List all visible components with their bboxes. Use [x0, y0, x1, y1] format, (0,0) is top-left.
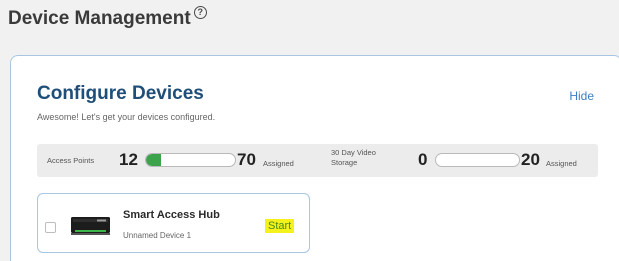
video-storage-assigned-label: Assigned: [546, 159, 577, 168]
device-management-page: Device Management? Configure Devices Hid…: [0, 0, 619, 261]
access-points-progress: [145, 153, 236, 167]
video-storage-label: 30 Day Video Storage: [331, 148, 376, 168]
video-storage-progress: [435, 153, 520, 167]
access-points-total: 70: [237, 150, 256, 169]
video-storage-count: 0: [418, 150, 428, 169]
question-circle-icon[interactable]: ?: [193, 6, 207, 19]
device-checkbox[interactable]: [45, 222, 56, 233]
access-points-progress-fill: [146, 154, 162, 166]
page-title: Device Management?: [8, 6, 207, 30]
page-title-text: Device Management: [8, 8, 191, 29]
hide-link[interactable]: Hide: [569, 89, 594, 103]
video-storage-total: 20: [521, 150, 540, 169]
device-subtitle: Unnamed Device 1: [123, 231, 192, 240]
access-points-count: 12: [119, 150, 138, 169]
access-points-assigned-label: Assigned: [263, 159, 294, 168]
section-subtitle: Awesome! Let's get your devices configur…: [37, 112, 216, 122]
device-stats-bar: Access Points 12 70 Assigned 30 Day Vide…: [37, 144, 598, 177]
access-hub-device-icon: [71, 217, 110, 235]
device-name: Smart Access Hub: [123, 209, 220, 221]
video-storage-label-line2: Storage: [331, 158, 358, 167]
access-points-label: Access Points: [47, 156, 95, 165]
configure-devices-panel: Configure Devices Hide Awesome! Let's ge…: [10, 55, 619, 261]
start-button[interactable]: Start: [265, 219, 295, 233]
video-storage-label-line1: 30 Day Video: [331, 148, 376, 157]
device-card[interactable]: Smart Access Hub Unnamed Device 1 Start: [37, 193, 310, 253]
section-title: Configure Devices: [37, 83, 204, 104]
